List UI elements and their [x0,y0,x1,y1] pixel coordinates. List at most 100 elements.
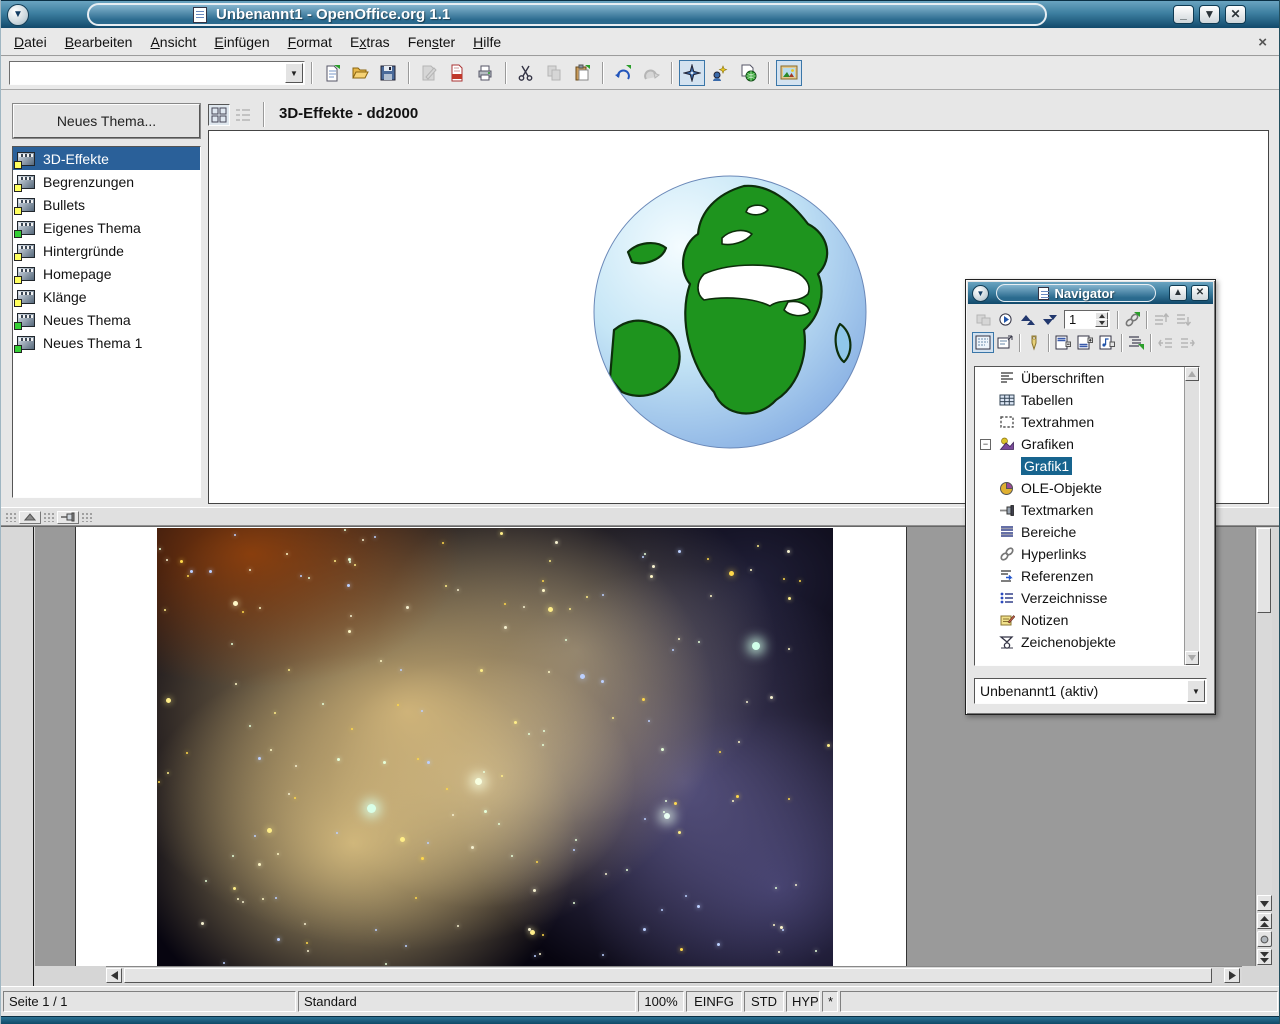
paste-button[interactable] [569,60,595,86]
demote-level-icon[interactable] [1176,332,1198,353]
footer-icon[interactable] [1074,332,1096,353]
page-number-value[interactable]: 1 [1069,312,1076,327]
tree-item-indexes[interactable]: Verzeichnisse [975,587,1199,609]
toggle-master-view-icon[interactable] [972,309,994,330]
vertical-scrollbar-thumb[interactable] [1257,528,1271,613]
menu-bearbeiten[interactable]: Bearbeiten [56,30,142,54]
tree-scrollbar[interactable] [1184,367,1199,665]
drag-mode-icon[interactable] [1121,309,1143,330]
detail-view-icon[interactable] [232,104,254,126]
promote-chapter-icon[interactable] [1150,309,1172,330]
scroll-left-icon[interactable] [106,968,122,983]
open-button[interactable] [347,60,373,86]
tree-item-graphics[interactable]: −Grafiken [975,433,1199,455]
tree-item-sections[interactable]: Bereiche [975,521,1199,543]
tree-scroll-down-icon[interactable] [1185,651,1199,665]
tree-item-notes[interactable]: Notizen [975,609,1199,631]
hide-panel-icon[interactable] [19,511,40,524]
document-selector-dropdown-icon[interactable]: ▼ [1187,680,1205,702]
menu-datei[interactable]: Datei [5,30,56,54]
tree-item-draw-objects[interactable]: Zeichenobjekte [975,631,1199,653]
gallery-button[interactable] [776,60,802,86]
header-icon[interactable] [1052,332,1074,353]
globe-image[interactable] [592,174,868,450]
horizontal-scrollbar-thumb[interactable] [124,968,1212,983]
status-selection-mode[interactable]: STD [744,991,784,1012]
scroll-right-icon[interactable] [1224,968,1240,983]
anchor-text-icon[interactable] [1096,332,1118,353]
stick-pin-icon[interactable] [57,511,78,524]
copy-button[interactable] [541,60,567,86]
new-document-button[interactable] [319,60,345,86]
url-dropdown-icon[interactable]: ▼ [285,63,303,83]
heading-levels-icon[interactable] [1125,332,1147,353]
gallery-theme-item[interactable]: 3D-Effekte [13,147,200,170]
list-box-toggle-icon[interactable] [972,332,994,353]
spin-down-icon[interactable] [1095,319,1108,327]
gallery-theme-item[interactable]: Klänge [13,285,200,308]
navigation-toggle-icon[interactable] [1257,931,1272,947]
menu-extras[interactable]: Extras [341,30,399,54]
promote-level-icon[interactable] [1154,332,1176,353]
title-bar[interactable]: ▼ Unbenannt1 - OpenOffice.org 1.1 _ ▼ ✕ [1,0,1280,28]
minimize-button[interactable]: _ [1173,5,1194,24]
gallery-theme-item[interactable]: Bullets [13,193,200,216]
set-reminder-icon[interactable] [1023,332,1045,353]
gallery-theme-item[interactable]: Begrenzungen [13,170,200,193]
tree-item-text-frames[interactable]: Textrahmen [975,411,1199,433]
menu-einfuegen[interactable]: Einfügen [205,30,278,54]
send-document-button[interactable] [735,60,761,86]
cut-button[interactable] [513,60,539,86]
gallery-theme-item[interactable]: Neues Thema 1 [13,331,200,354]
status-zoom[interactable]: 100% [638,991,684,1012]
horizontal-scrollbar[interactable] [106,966,1242,984]
gallery-theme-item[interactable]: Eigenes Thema [13,216,200,239]
tree-item-tables[interactable]: Tabellen [975,389,1199,411]
gallery-theme-list[interactable]: 3D-Effekte Begrenzungen Bullets Eigenes … [12,146,201,498]
tree-scroll-up-icon[interactable] [1185,367,1199,381]
menu-fenster[interactable]: Fenster [399,30,464,54]
gallery-theme-item[interactable]: Homepage [13,262,200,285]
tree-item-ole-objects[interactable]: OLE-Objekte [975,477,1199,499]
document-page[interactable] [75,527,907,966]
save-button[interactable] [375,60,401,86]
navigator-title-bar[interactable]: ▼ Navigator ▲ ✕ [968,282,1213,304]
previous-page-icon[interactable] [1257,913,1272,929]
tree-item-headings[interactable]: Überschriften [975,367,1199,389]
url-input[interactable] [12,64,284,82]
navigator-window[interactable]: ▼ Navigator ▲ ✕ 1 [965,279,1216,715]
stylist-button[interactable] [707,60,733,86]
splitter-grip[interactable] [4,510,94,524]
url-combobox[interactable]: ▼ [9,61,305,85]
status-insert-mode[interactable]: EINFG [686,991,742,1012]
tree-item-references[interactable]: Referenzen [975,565,1199,587]
navigator-rollup-icon[interactable]: ▲ [1169,285,1187,301]
close-document-icon[interactable]: × [1258,34,1267,51]
gallery-theme-item[interactable]: Neues Thema [13,308,200,331]
redo-button[interactable] [638,60,664,86]
edit-file-button[interactable] [416,60,442,86]
undo-button[interactable] [610,60,636,86]
nebula-image[interactable] [157,528,833,966]
tree-item-grafik1[interactable]: Grafik1 [975,455,1199,477]
tree-item-bookmarks[interactable]: Textmarken [975,499,1199,521]
close-button[interactable]: ✕ [1225,5,1246,24]
menu-ansicht[interactable]: Ansicht [141,30,205,54]
menu-hilfe[interactable]: Hilfe [464,30,510,54]
navigator-close-icon[interactable]: ✕ [1191,285,1209,301]
print-button[interactable] [472,60,498,86]
tree-item-hyperlinks[interactable]: Hyperlinks [975,543,1199,565]
navigator-tree[interactable]: Überschriften Tabellen Textrahmen −Grafi… [974,366,1200,666]
page-number-spinner[interactable]: 1 [1064,310,1110,329]
status-page-style[interactable]: Standard [298,991,636,1012]
content-view-icon[interactable] [994,332,1016,353]
navigation-icon[interactable] [994,309,1016,330]
demote-chapter-icon[interactable] [1172,309,1194,330]
vertical-scrollbar[interactable] [1255,527,1272,966]
status-hyperlink-mode[interactable]: HYP [786,991,820,1012]
collapse-icon[interactable]: − [980,439,991,450]
navigator-window-menu-icon[interactable]: ▼ [972,285,989,302]
next-icon[interactable] [1038,309,1060,330]
document-selector[interactable]: Unbenannt1 (aktiv) ▼ [974,678,1207,704]
next-page-icon[interactable] [1257,949,1272,965]
